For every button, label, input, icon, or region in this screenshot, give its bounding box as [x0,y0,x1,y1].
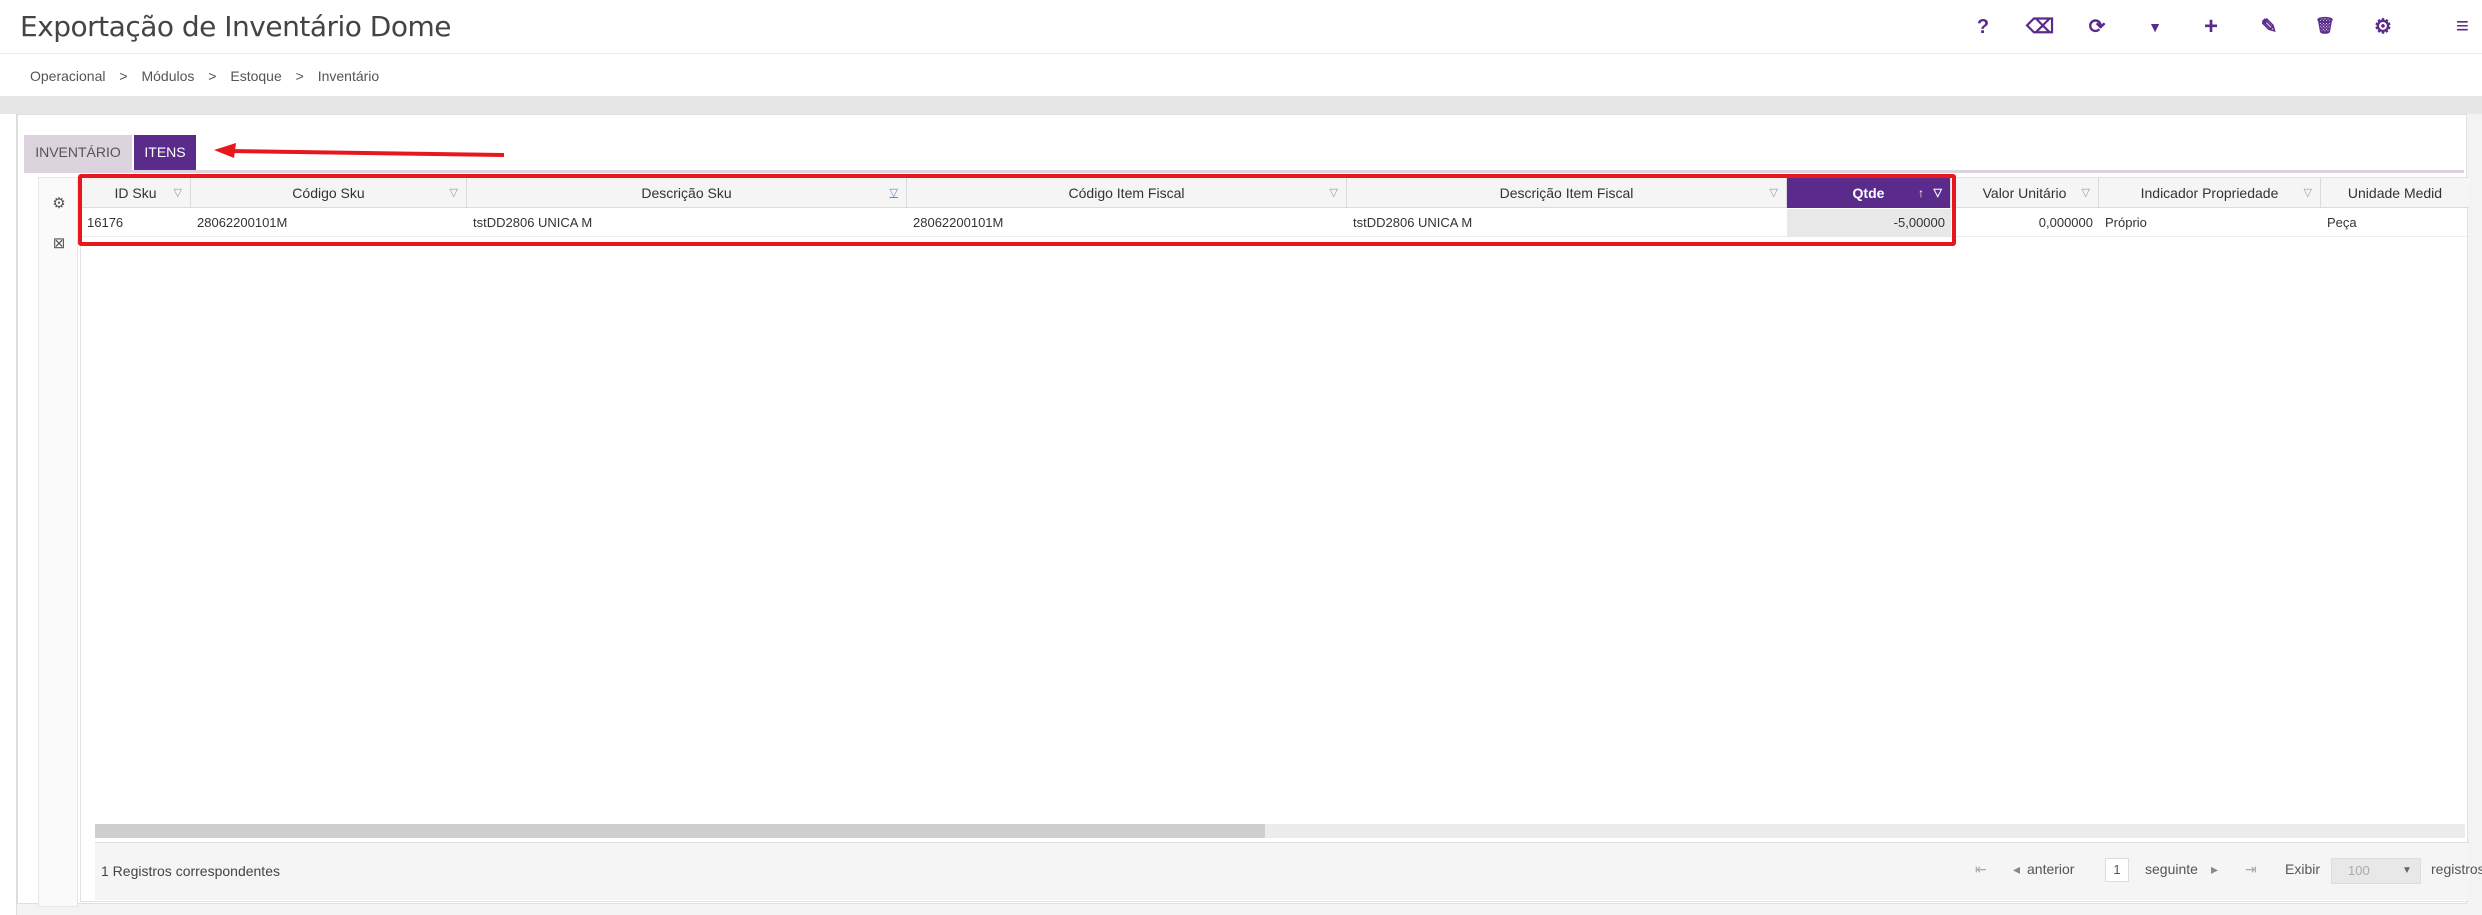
breadcrumb-item-operacional[interactable]: Operacional [30,68,106,84]
tab-underline [24,170,2464,173]
scrollbar-thumb[interactable] [95,824,1265,838]
show-label: Exibir [2285,861,2321,877]
first-page-icon[interactable]: ⇤ [1975,861,1987,878]
data-grid: ID Sku ▽ Código Sku ▽ Descrição Sku ▽ Có… [80,177,2482,902]
tab-itens[interactable]: ITENS [134,135,196,170]
content-card: INVENTÁRIO ITENS ⚙ ⊠ ID Sku ▽ Código Sku… [17,114,2482,907]
column-header-descricao-item-fiscal[interactable]: Descrição Item Fiscal ▽ [1347,178,1787,208]
cell-descricao-item-fiscal: tstDD2806 UNICA M [1353,215,1473,230]
column-header-indicador-propriedade[interactable]: Indicador Propriedade ▽ [2099,178,2321,208]
column-label: Descrição Sku [641,185,732,201]
next-page-link[interactable]: seguinte [2145,861,2198,877]
help-icon[interactable]: ? [1970,14,1996,40]
page-size-select[interactable]: 100 ▼ [2331,858,2421,884]
column-header-descricao-sku[interactable]: Descrição Sku ▽ [467,178,907,208]
breadcrumb-separator: > [295,68,304,84]
cell-valor-unitario: 0,000000 [2038,215,2093,230]
filter-icon[interactable]: ▽ [174,178,182,208]
delete-icon[interactable]: 🗑 [2312,14,2338,40]
records-label: registros [2431,861,2482,877]
cell-id-sku: 16176 [87,215,124,230]
breadcrumb-item-modulos[interactable]: Módulos [141,68,194,84]
toolbar: ? ⌫ ⟳ ▼ + ✎ 🗑 ⚙ [1960,0,2482,54]
column-label: Indicador Propriedade [2140,185,2279,201]
filter-icon[interactable]: ▽ [1330,178,1338,208]
filter-icon[interactable]: ▼ [2142,14,2168,40]
column-label: Unidade Medid [2347,185,2443,201]
column-header-qtde[interactable]: Qtde ↑ ▽ [1787,178,1951,208]
filter-icon[interactable]: ▽ [1934,178,1942,208]
page-size-value: 100 [2348,863,2370,878]
sort-asc-icon[interactable]: ↑ [1918,178,1924,208]
column-label: Código Sku [292,185,365,201]
cell-indicador-propriedade: Próprio [2105,215,2147,230]
add-icon[interactable]: + [2198,14,2224,40]
column-header-codigo-sku[interactable]: Código Sku ▽ [191,178,467,208]
content-panel: INVENTÁRIO ITENS ⚙ ⊠ ID Sku ▽ Código Sku… [16,114,2482,915]
column-label: Qtde [1852,185,1885,201]
excel-export-icon[interactable]: ⊠ [47,232,71,256]
divider [0,96,2482,114]
grid-header: ID Sku ▽ Código Sku ▽ Descrição Sku ▽ Có… [81,178,2469,208]
grid-side-toolbar: ⚙ ⊠ [38,177,78,907]
gears-icon[interactable]: ⚙ [47,192,71,216]
table-row[interactable]: 16176 28062200101M tstDD2806 UNICA M 280… [81,209,2469,237]
records-count: 1 Registros correspondentes [101,863,280,879]
column-label: Código Item Fiscal [1068,185,1185,201]
next-arrow-icon[interactable]: ▸ [2211,861,2218,878]
page-number-input[interactable]: 1 [2105,858,2129,882]
column-header-unidade-medida[interactable]: Unidade Medid [2321,178,2469,208]
grid-footer: 1 Registros correspondentes ⇤ ◂ anterior… [95,842,2482,900]
column-header-valor-unitario[interactable]: Valor Unitário ▽ [1951,178,2099,208]
cell-codigo-item-fiscal: 28062200101M [913,215,1004,230]
last-page-icon[interactable]: ⇥ [2245,861,2257,878]
edit-icon[interactable]: ✎ [2256,14,2282,40]
top-bar: Exportação de Inventário Dome ? ⌫ ⟳ ▼ + … [0,0,2482,54]
column-label: Valor Unitário [1982,185,2067,201]
chevron-down-icon: ▼ [2402,865,2412,876]
column-label: ID Sku [114,185,157,201]
cell-descricao-sku: tstDD2806 UNICA M [473,215,593,230]
breadcrumb-separator: > [119,68,128,84]
filter-icon[interactable]: ▽ [890,178,898,208]
breadcrumb-item-inventario[interactable]: Inventário [318,68,379,84]
cell-codigo-sku: 28062200101M [197,215,288,230]
column-header-codigo-item-fiscal[interactable]: Código Item Fiscal ▽ [907,178,1347,208]
settings-icon[interactable]: ⚙ [2370,14,2396,40]
breadcrumb-separator: > [208,68,217,84]
prev-arrow-icon[interactable]: ◂ [2013,861,2020,878]
horizontal-scrollbar[interactable] [95,824,2465,838]
menu-icon[interactable]: ≡ [2456,14,2478,38]
cell-qtde: -5,00000 [1787,209,1951,237]
filter-icon[interactable]: ▽ [2304,178,2312,208]
refresh-icon[interactable]: ⟳ [2084,14,2110,40]
prev-page-link[interactable]: anterior [2027,861,2074,877]
filter-icon[interactable]: ▽ [450,178,458,208]
filter-icon[interactable]: ▽ [1770,178,1778,208]
annotation-arrow [214,143,505,158]
filter-icon[interactable]: ▽ [2082,178,2090,208]
page-title: Exportação de Inventário Dome [20,10,452,43]
column-header-id-sku[interactable]: ID Sku ▽ [81,178,191,208]
breadcrumb: Operacional > Módulos > Estoque > Invent… [30,68,389,84]
cell-unidade-medida: Peça [2327,215,2357,230]
column-label: Descrição Item Fiscal [1499,185,1634,201]
tab-inventario[interactable]: INVENTÁRIO [24,135,132,170]
eraser-icon[interactable]: ⌫ [2026,14,2054,40]
breadcrumb-item-estoque[interactable]: Estoque [230,68,281,84]
